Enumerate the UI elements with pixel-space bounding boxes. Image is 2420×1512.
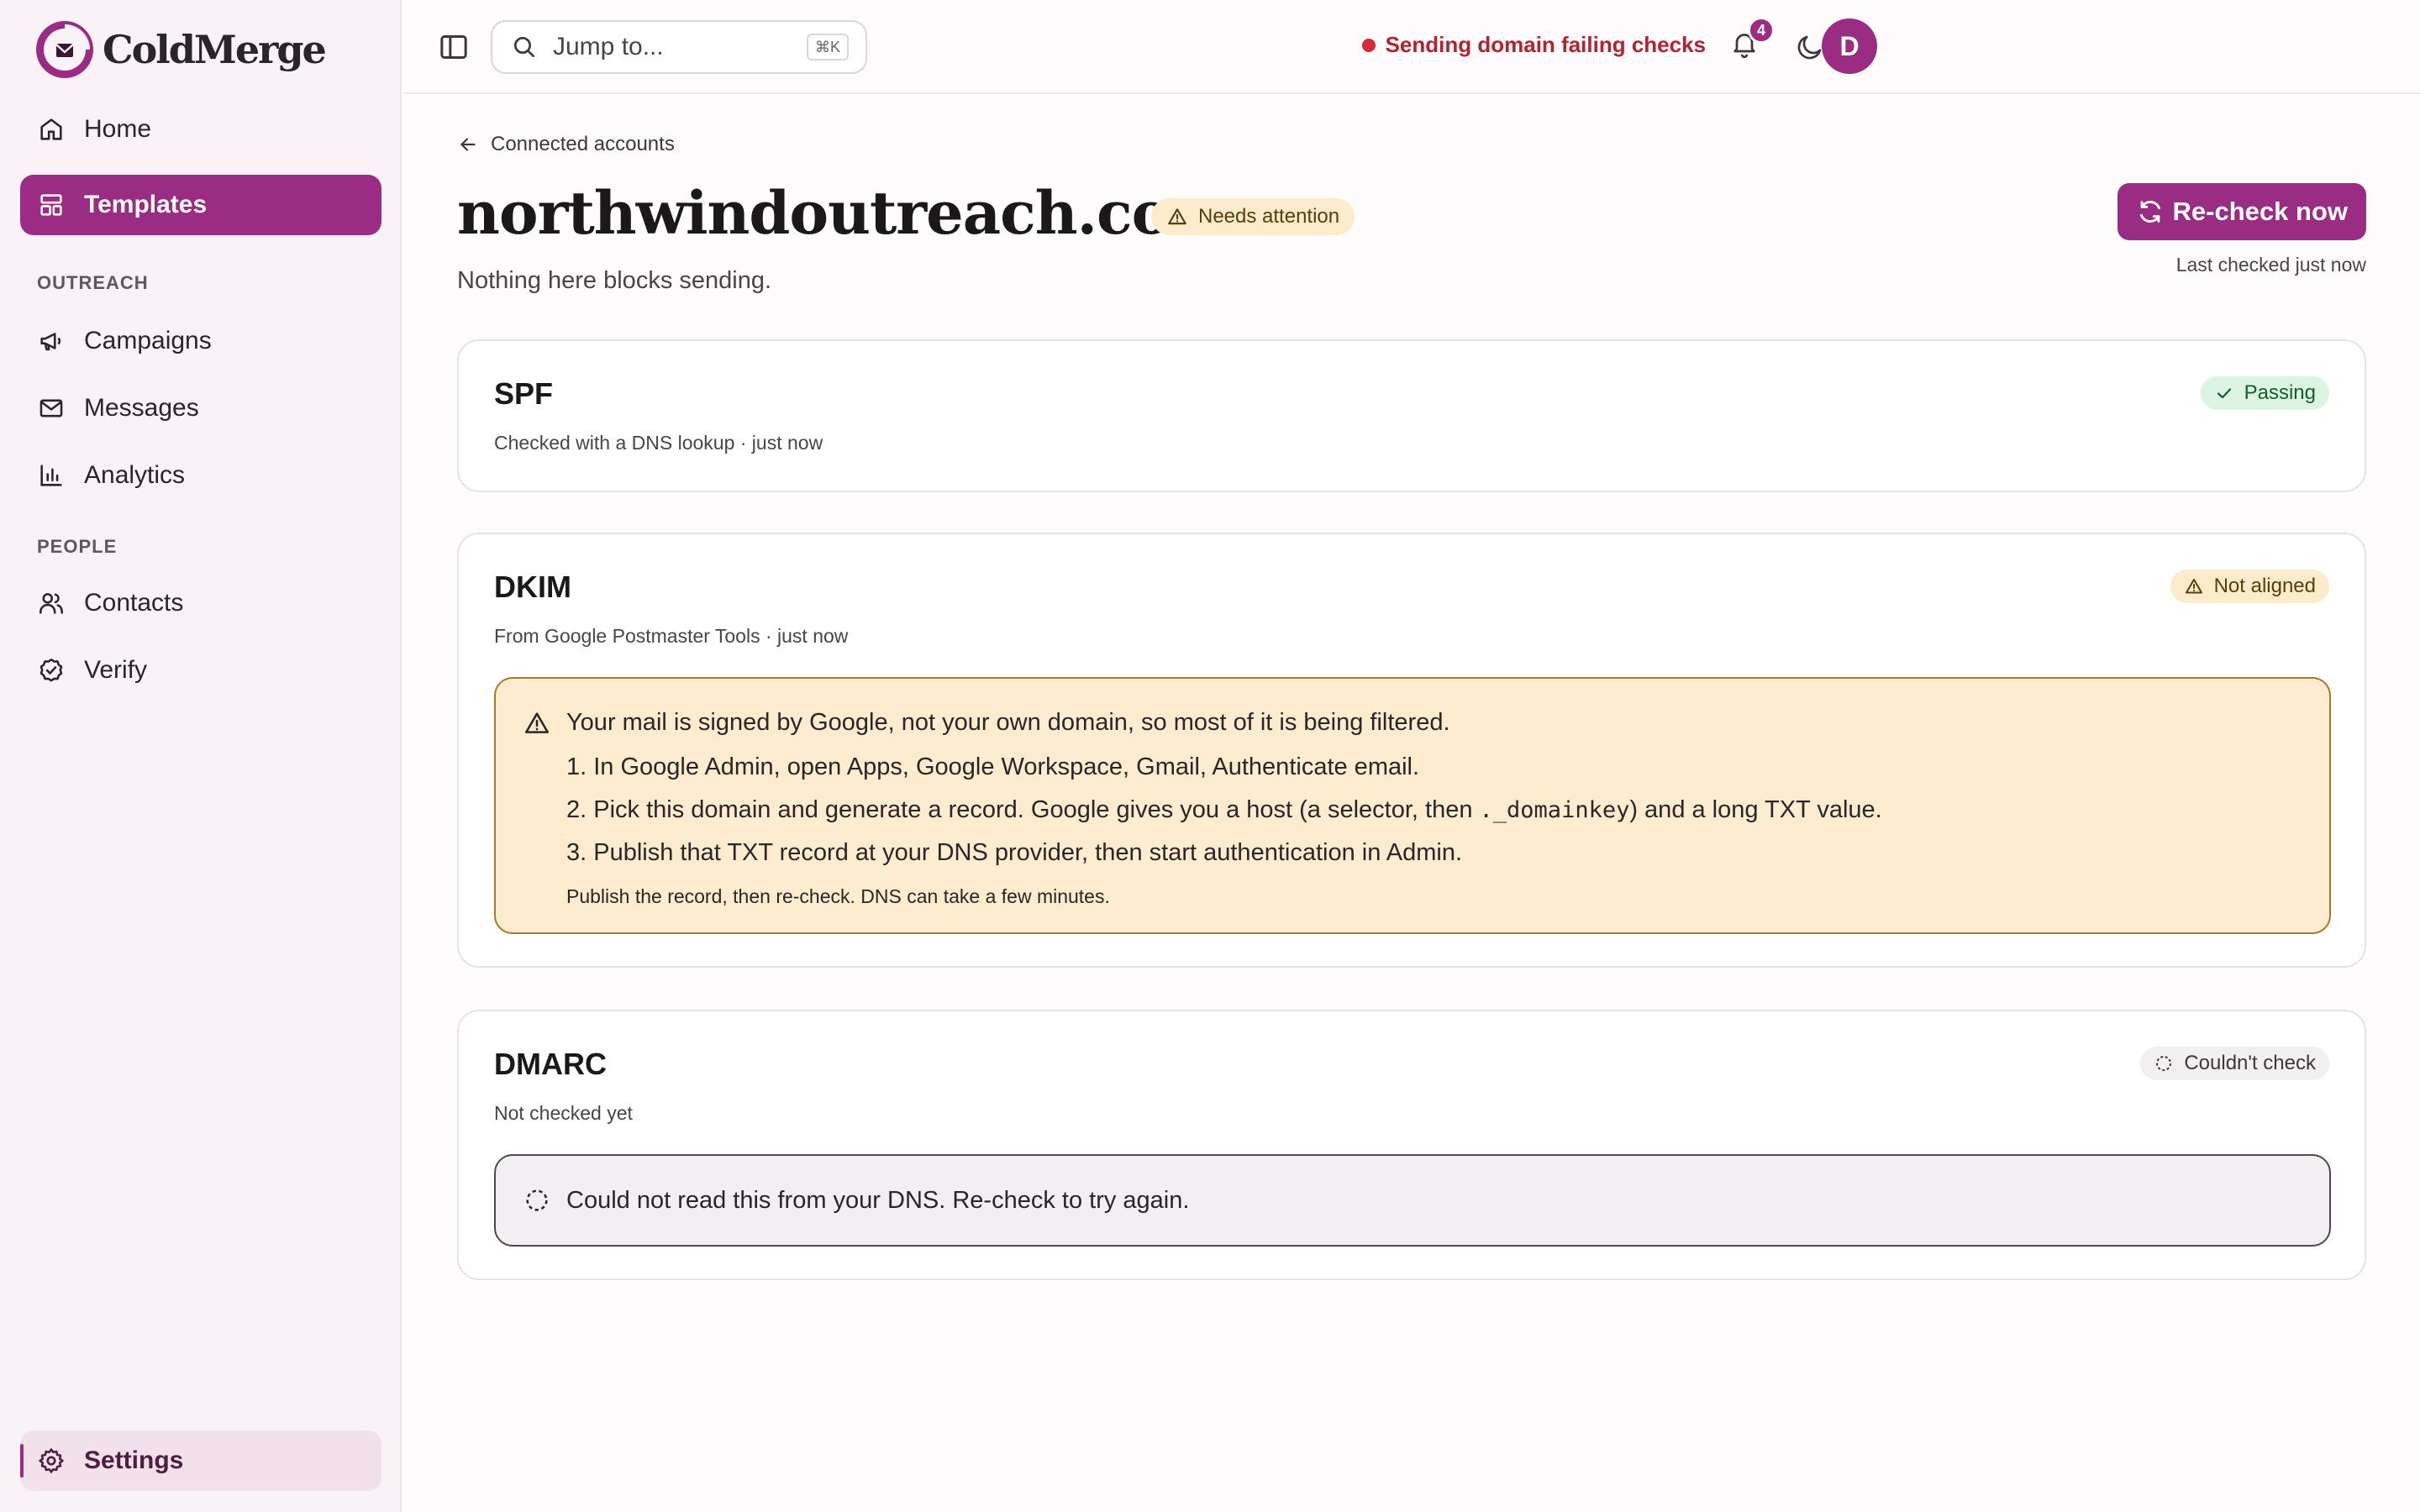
nav-section-people: PEOPLE [37,536,118,557]
dmarc-check-card: DMARC Not checked yet Couldn't check Cou… [457,1010,2366,1280]
sidebar-item-home[interactable]: Home [20,99,381,160]
dkim-step-1: 1. In Google Admin, open Apps, Google Wo… [566,753,1420,780]
sidebar-item-label: Messages [84,394,199,422]
dmarc-info-box: Could not read this from your DNS. Re-ch… [494,1154,2331,1247]
dkim-step-2-pre: 2. Pick this domain and generate a recor… [566,796,1480,823]
sidebar: ColdMerge Home Templates OUTREACH Campai… [0,0,402,1512]
page-title: northwindoutreach.com [457,178,1232,248]
warning-icon [1168,208,1186,225]
dkim-step-2-post: ) and a long TXT value. [1629,796,1882,823]
search-placeholder: Jump to... [553,33,664,60]
notifications-button[interactable]: 4 [1729,17,1775,66]
dmarc-info-text: Could not read this from your DNS. Re-ch… [566,1186,1190,1214]
last-checked-text: Last checked just now [2175,254,2366,276]
refresh-icon [2139,201,2160,223]
page-subtitle: Nothing here blocks sending. [457,267,772,294]
sending-status-alert[interactable]: Sending domain failing checks [1361,32,1706,58]
brand[interactable]: ColdMerge [34,18,327,81]
back-link-label: Connected accounts [491,133,675,155]
sidebar-item-contacts[interactable]: Contacts [20,573,381,633]
sidebar-item-label: Settings [84,1446,184,1474]
status-badge: Needs attention [1151,198,1355,235]
user-avatar[interactable]: D [1822,18,1877,74]
brand-logo-icon [36,21,93,78]
sidebar-item-messages[interactable]: Messages [20,378,381,438]
dkim-step-2: 2. Pick this domain and generate a recor… [566,795,1882,838]
users-icon [39,593,64,614]
spf-check-card: SPF Checked with a DNS lookup · just now… [457,339,2366,492]
spf-subtitle: Checked with a DNS lookup · just now [494,432,823,454]
bar-chart-icon [40,465,62,486]
dkim-fix-steps: 1. In Google Admin, open Apps, Google Wo… [566,753,1882,881]
notification-count-badge: 4 [1748,17,1775,44]
theme-toggle-moon-icon[interactable] [1795,32,1825,62]
mail-icon [39,399,63,417]
search-icon [514,37,534,57]
sidebar-item-label: Analytics [84,461,186,489]
warning-icon [2185,579,2202,594]
warning-icon [524,712,550,733]
megaphone-icon [40,333,61,351]
back-link[interactable]: Connected accounts [457,133,675,156]
dkim-warning-box: Your mail is signed by Google, not your … [494,677,2331,934]
dmarc-status-label: Couldn't check [2184,1052,2316,1074]
recheck-now-label: Re-check now [2172,197,2348,226]
search-input[interactable]: Jump to... ⌘K [491,20,867,74]
check-badge-icon [39,658,63,682]
dkim-check-card: DKIM From Google Postmaster Tools · just… [457,533,2366,968]
dkim-status-badge: Not aligned [2170,570,2329,603]
status-badge-label: Needs attention [1198,205,1340,228]
nav-section-outreach: OUTREACH [37,272,149,293]
dkim-warning-lead: Your mail is signed by Google, not your … [566,709,1450,736]
sidebar-toggle-icon[interactable] [437,30,471,64]
sidebar-item-label: Campaigns [84,327,212,354]
dkim-warning-note: Publish the record, then re-check. DNS c… [566,885,1110,907]
dkim-title: DKIM [494,570,571,604]
sidebar-item-campaigns[interactable]: Campaigns [20,311,381,371]
dkim-status-label: Not aligned [2213,575,2316,597]
sidebar-item-label: Verify [84,656,148,684]
layout-icon [40,194,62,216]
sidebar-item-analytics[interactable]: Analytics [20,445,381,506]
spf-status-label: Passing [2244,381,2316,404]
dkim-subtitle: From Google Postmaster Tools · just now [494,625,849,647]
dmarc-title: DMARC [494,1047,607,1081]
home-icon [40,118,62,140]
search-shortcut: ⌘K [806,34,849,60]
dmarc-status-badge: Couldn't check [2140,1047,2329,1080]
spf-status-badge: Passing [2200,376,2329,410]
sidebar-item-label: Templates [84,191,208,218]
status-alert-text: Sending domain failing checks [1385,32,1706,57]
brand-name: ColdMerge [103,27,327,72]
sidebar-item-verify[interactable]: Verify [20,640,381,701]
loading-dashed-circle-icon [2156,1056,2172,1071]
sidebar-item-label: Home [84,115,152,143]
dkim-step-3: 3. Publish that TXT record at your DNS p… [566,839,1463,866]
sidebar-item-label: Contacts [84,589,184,617]
loading-dashed-circle-icon [526,1189,548,1211]
spf-title: SPF [494,376,554,411]
sidebar-item-templates[interactable]: Templates [20,175,381,235]
recheck-now-button[interactable]: Re-check now [2117,183,2366,240]
dkim-step-2-code: ._domainkey [1479,797,1630,823]
topbar: Jump to... ⌘K Sending domain failing che… [403,0,2420,94]
check-icon [2217,388,2231,399]
status-dot-icon [1361,38,1376,52]
arrow-left-icon [460,138,476,151]
dmarc-subtitle: Not checked yet [494,1102,633,1124]
gear-icon [39,1448,64,1473]
sidebar-item-settings[interactable]: Settings [20,1431,381,1491]
